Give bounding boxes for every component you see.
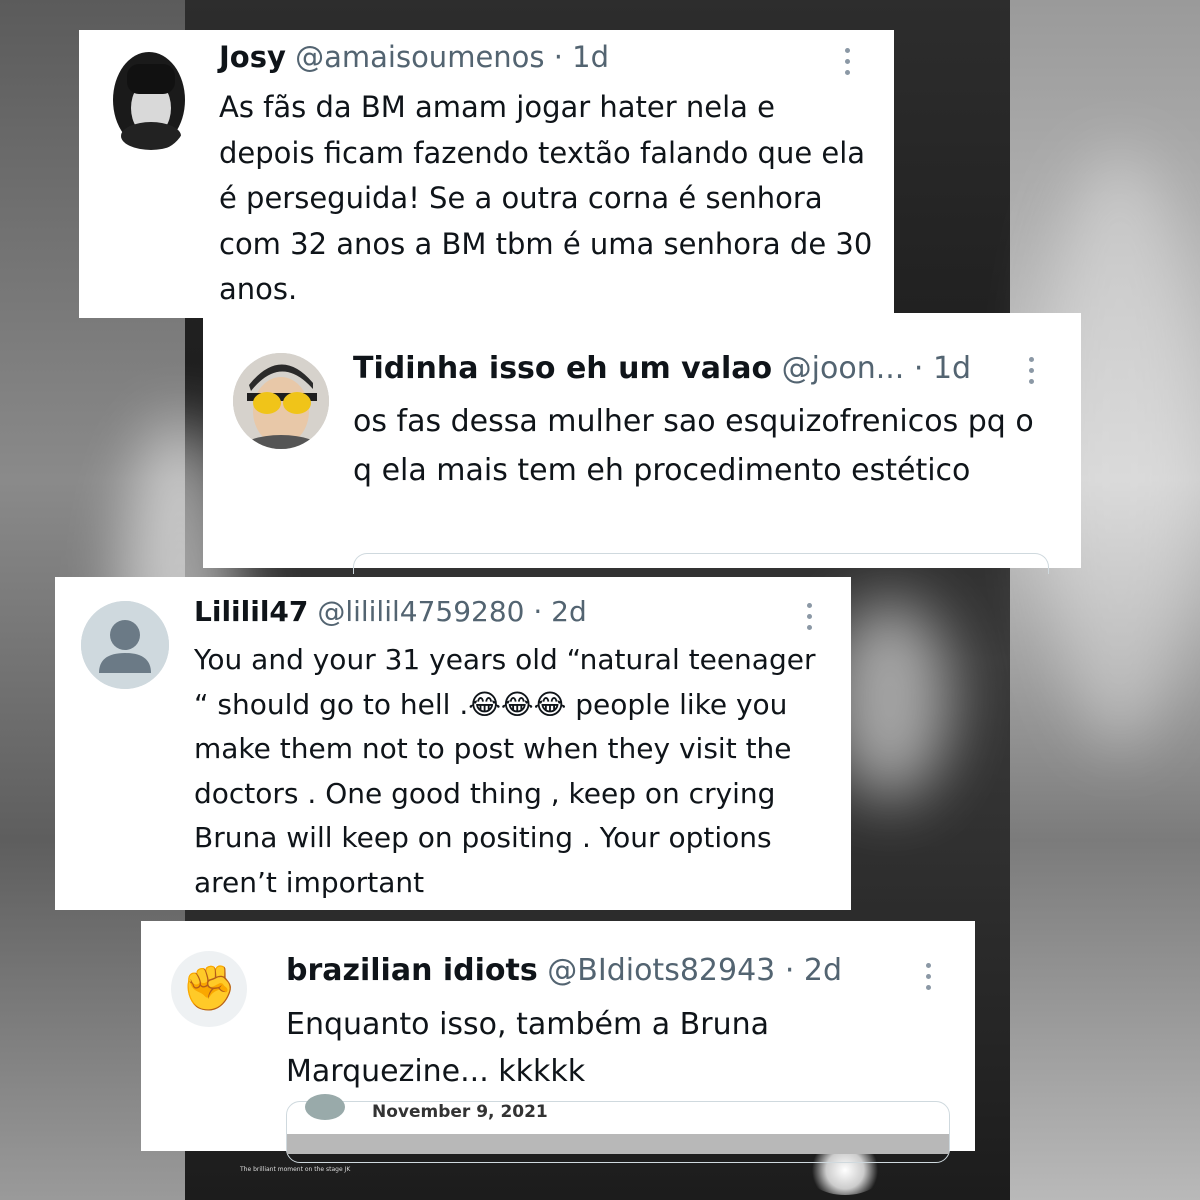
avatar[interactable]: ✊: [171, 951, 247, 1027]
quoted-post[interactable]: [353, 553, 1049, 574]
avatar[interactable]: [233, 353, 329, 449]
more-options-icon[interactable]: [1029, 357, 1035, 384]
reply-text: Enquanto isso, também a Bruna Marquezine…: [286, 1007, 769, 1089]
timestamp[interactable]: · 1d: [554, 40, 609, 74]
timestamp[interactable]: · 2d: [533, 595, 586, 628]
reply-header: Tidinha isso eh um valao @joon... · 1d: [353, 351, 971, 386]
quoted-post[interactable]: November 9, 2021: [286, 1094, 950, 1163]
reply-header: brazilian idiots @BIdiots82943 · 2d: [286, 953, 842, 988]
raised-fist-icon: ✊: [181, 963, 237, 1014]
more-options-icon[interactable]: [926, 963, 932, 990]
avatar[interactable]: [109, 44, 189, 150]
user-handle[interactable]: @amaisoumenos: [295, 40, 544, 74]
more-options-icon[interactable]: [845, 48, 851, 75]
quoted-post-date: November 9, 2021: [372, 1102, 548, 1122]
reply-text: As fãs da BM amam jogar hater nela e dep…: [219, 90, 873, 306]
reply-card[interactable]: Lililil47 @lililil4759280 · 2d You and y…: [55, 577, 851, 910]
reply-header: Josy @amaisoumenos · 1d: [219, 40, 609, 74]
person-yellow-sunglasses-icon: [233, 353, 329, 449]
reply-card[interactable]: Josy @amaisoumenos · 1d As fãs da BM ama…: [79, 30, 894, 318]
user-handle[interactable]: @lililil4759280: [317, 595, 524, 628]
quoted-avatar: [305, 1094, 345, 1120]
reply-card[interactable]: Tidinha isso eh um valao @joon... · 1d o…: [203, 313, 1081, 574]
timestamp[interactable]: · 1d: [914, 351, 971, 386]
display-name[interactable]: Tidinha isso eh um valao: [353, 351, 772, 386]
video-caption: The brilliant moment on the stage JK: [240, 1166, 351, 1173]
user-handle[interactable]: @BIdiots82943: [547, 953, 775, 988]
user-handle[interactable]: @joon...: [782, 351, 905, 386]
avatar[interactable]: [81, 601, 169, 689]
reply-text: You and your 31 years old “natural teena…: [194, 643, 816, 899]
display-name[interactable]: Lililil47: [194, 595, 308, 628]
display-name[interactable]: brazilian idiots: [286, 953, 538, 988]
quoted-media: [287, 1134, 949, 1154]
reply-card[interactable]: ✊ brazilian idiots @BIdiots82943 · 2d En…: [141, 921, 975, 1163]
default-user-icon: [81, 601, 169, 689]
woman-bangs-portrait-icon: [109, 44, 189, 150]
reply-header: Lililil47 @lililil4759280 · 2d: [194, 595, 587, 628]
more-options-icon[interactable]: [807, 603, 813, 630]
reply-text: os fas dessa mulher sao esquizofrenicos …: [353, 404, 1034, 488]
display-name[interactable]: Josy: [219, 40, 286, 74]
timestamp[interactable]: · 2d: [785, 953, 842, 988]
